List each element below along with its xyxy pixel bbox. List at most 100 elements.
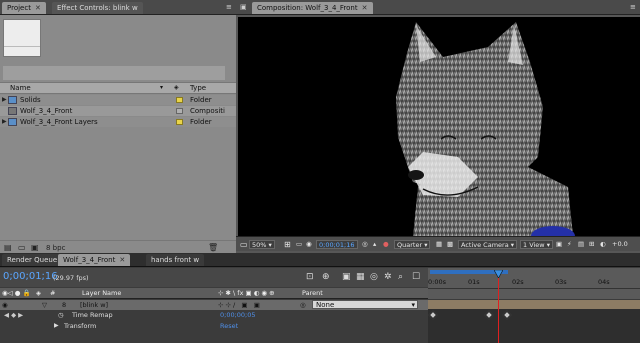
exposure-value[interactable]: +0.0 bbox=[612, 240, 628, 249]
live-update-icon[interactable]: ⊡ bbox=[306, 272, 314, 282]
panel-menu-icon[interactable]: ≡ bbox=[226, 3, 232, 11]
ruler-tick: 0:00s bbox=[428, 278, 446, 286]
tab-composition[interactable]: Composition: Wolf_3_4_Front ✕ bbox=[252, 2, 373, 14]
layer-name[interactable]: [blink w] bbox=[80, 301, 108, 309]
motion-blur-icon[interactable]: ◎ bbox=[370, 272, 378, 282]
resolution-value: Quarter bbox=[397, 241, 423, 249]
label-color-swatch[interactable] bbox=[176, 97, 183, 103]
table-row[interactable]: ◀ ◆ ▶ ◷ Time Remap 0;00;00;05 bbox=[0, 310, 428, 321]
tab-effect-controls[interactable]: Effect Controls: blink w bbox=[52, 2, 143, 14]
disclosure-triangle-icon[interactable]: ▶ bbox=[54, 322, 59, 329]
playhead-handle[interactable] bbox=[493, 269, 504, 279]
bit-depth-button[interactable]: 8 bpc bbox=[46, 244, 65, 252]
lock-icon[interactable]: ▣ bbox=[240, 3, 247, 11]
layer-duration-bar[interactable] bbox=[428, 300, 640, 309]
sort-arrow-icon[interactable]: ▾ bbox=[160, 84, 163, 91]
time-ruler[interactable]: 0:00s 01s 02s 03s 04s bbox=[428, 268, 640, 299]
keyframe[interactable] bbox=[502, 310, 512, 320]
table-row[interactable]: ▶ Transform Reset bbox=[0, 321, 428, 332]
disclosure-triangle-icon[interactable]: ▶ bbox=[2, 95, 7, 105]
tab-render-queue[interactable]: Render Queue bbox=[2, 254, 63, 266]
chevron-down-icon: ▾ bbox=[411, 301, 415, 309]
av-features-icon[interactable]: ◉◁ ● 🔒 bbox=[2, 289, 31, 297]
table-row[interactable]: ◉ ▽ 8 [blink w] ⊹ ⊹ / ▣ ▣ ◎ None ▾ bbox=[0, 300, 428, 310]
layer-switches[interactable]: ⊹ ⊹ / ▣ ▣ bbox=[218, 301, 260, 309]
composition-tab-bar: ▣ Composition: Wolf_3_4_Front ✕ ≡ bbox=[236, 0, 640, 15]
column-layer-name[interactable]: Layer Name bbox=[82, 289, 121, 297]
current-time-display[interactable]: 0;00;01;16 bbox=[316, 240, 358, 249]
camera-select[interactable]: Active Camera ▾ bbox=[458, 240, 518, 249]
snapshot-icon[interactable]: ◉ bbox=[306, 240, 312, 249]
keyframe-navigator-icon[interactable]: ◀ ◆ ▶ bbox=[4, 311, 23, 319]
keyframe[interactable] bbox=[428, 310, 438, 320]
column-parent[interactable]: Parent bbox=[302, 289, 323, 297]
tab-project[interactable]: Project ✕ bbox=[2, 2, 46, 14]
mask-visibility-icon[interactable]: ▭ bbox=[296, 240, 302, 249]
safe-zones-icon[interactable]: ⊞ bbox=[284, 240, 291, 249]
view-layout-select[interactable]: 1 View ▾ bbox=[520, 240, 553, 249]
list-item[interactable]: ▶ Wolf_3_4_Front Layers Folder bbox=[0, 117, 236, 127]
layer-number-column[interactable]: # bbox=[50, 289, 55, 297]
pickwhip-icon[interactable]: ◎ bbox=[300, 301, 306, 309]
timeline-icon[interactable]: ▤ bbox=[578, 240, 584, 249]
ruler-tick: 03s bbox=[555, 278, 567, 286]
brainstorm-icon[interactable]: ✲ bbox=[384, 272, 392, 282]
time-remap-value[interactable]: 0;00;00;05 bbox=[220, 311, 256, 319]
label-color-swatch[interactable] bbox=[176, 119, 183, 125]
folder-icon bbox=[8, 118, 17, 126]
keyframe[interactable] bbox=[484, 310, 494, 320]
column-name[interactable]: Name bbox=[10, 84, 31, 92]
composition-footer: ▭ 50% ▾ ⊞ ▭ ◉ 0;00;01;16 ◎ ▴ ● Quarter ▾… bbox=[236, 236, 640, 251]
current-time-display[interactable]: 0;00;01;16 bbox=[3, 271, 58, 282]
parent-select[interactable]: None ▾ bbox=[312, 300, 418, 309]
layer-tracks[interactable] bbox=[428, 300, 640, 343]
tab-wolf-comp[interactable]: Wolf_3_4_Front ✕ bbox=[58, 254, 131, 266]
draft-3d-icon[interactable]: ⊕ bbox=[322, 272, 330, 282]
interpret-footage-icon[interactable]: ▤ bbox=[4, 243, 12, 252]
thumbnail-preview bbox=[3, 19, 41, 57]
comp-flowchart-icon[interactable]: ⊞ bbox=[589, 240, 594, 249]
composition-viewer[interactable] bbox=[238, 17, 640, 236]
close-icon[interactable]: ✕ bbox=[362, 4, 368, 12]
hide-shy-layers-icon[interactable]: ☐ bbox=[412, 272, 420, 282]
transparency-grid-icon[interactable]: ▩ bbox=[447, 240, 453, 249]
list-item[interactable]: ▶ Solids Folder bbox=[0, 95, 236, 105]
column-type[interactable]: Type bbox=[190, 84, 206, 92]
tab-label: Composition: Wolf_3_4_Front bbox=[257, 4, 358, 12]
resolution-select[interactable]: Quarter ▾ bbox=[394, 240, 431, 249]
label-tag-icon[interactable]: ◈ bbox=[174, 84, 179, 91]
tab-hands-front[interactable]: hands front w bbox=[146, 254, 205, 266]
channel-icon[interactable]: ● bbox=[383, 240, 389, 249]
trash-icon[interactable]: 🗑 bbox=[208, 243, 218, 252]
frame-blending-icon[interactable]: ▦ bbox=[356, 272, 365, 282]
zoom-select[interactable]: 50% ▾ bbox=[249, 240, 275, 249]
reset-exposure-icon[interactable]: ◐ bbox=[600, 240, 606, 249]
visibility-eye-icon[interactable]: ◉ bbox=[2, 301, 8, 309]
toggle-pixel-aspect-icon[interactable]: ▣ bbox=[556, 240, 562, 249]
search-input[interactable] bbox=[3, 66, 225, 80]
stopwatch-icon[interactable]: ◷ bbox=[58, 311, 64, 319]
graph-editor-icon[interactable]: ⌕ bbox=[398, 272, 403, 282]
switches-column-icon[interactable]: ⊹ ✱ \ fx ▣ ◐ ◉ ⊕ bbox=[218, 289, 275, 297]
close-icon[interactable]: ✕ bbox=[119, 256, 125, 264]
show-snapshot-icon[interactable]: ▴ bbox=[373, 240, 376, 249]
comp-button-icon[interactable]: ▣ bbox=[342, 272, 351, 282]
label-color-swatch[interactable] bbox=[176, 108, 183, 114]
fast-previews-icon[interactable]: ⚡ bbox=[567, 240, 572, 249]
region-of-interest-icon[interactable]: ▦ bbox=[436, 240, 442, 249]
disclosure-triangle-icon[interactable]: ▶ bbox=[2, 117, 7, 127]
expand-triangle-icon[interactable]: ▽ bbox=[42, 301, 47, 309]
label-column-icon[interactable]: ◈ bbox=[36, 289, 41, 297]
always-preview-icon[interactable]: ▭ bbox=[240, 240, 248, 249]
new-folder-icon[interactable]: ▭ bbox=[18, 243, 26, 252]
timeline-tab-bar: Render Queue Wolf_3_4_Front ✕ hands front… bbox=[0, 253, 640, 267]
item-type: Folder bbox=[190, 96, 212, 104]
camera-snapshot-icon[interactable]: ◎ bbox=[362, 240, 368, 249]
close-icon[interactable]: ✕ bbox=[35, 4, 41, 12]
new-composition-icon[interactable]: ▣ bbox=[31, 243, 39, 252]
transform-reset-link[interactable]: Reset bbox=[220, 322, 238, 330]
item-name: Solids bbox=[20, 96, 41, 104]
ruler-tick: 04s bbox=[598, 278, 610, 286]
list-item[interactable]: Wolf_3_4_Front Compositi bbox=[0, 106, 236, 116]
panel-menu-icon[interactable]: ≡ bbox=[630, 3, 636, 11]
